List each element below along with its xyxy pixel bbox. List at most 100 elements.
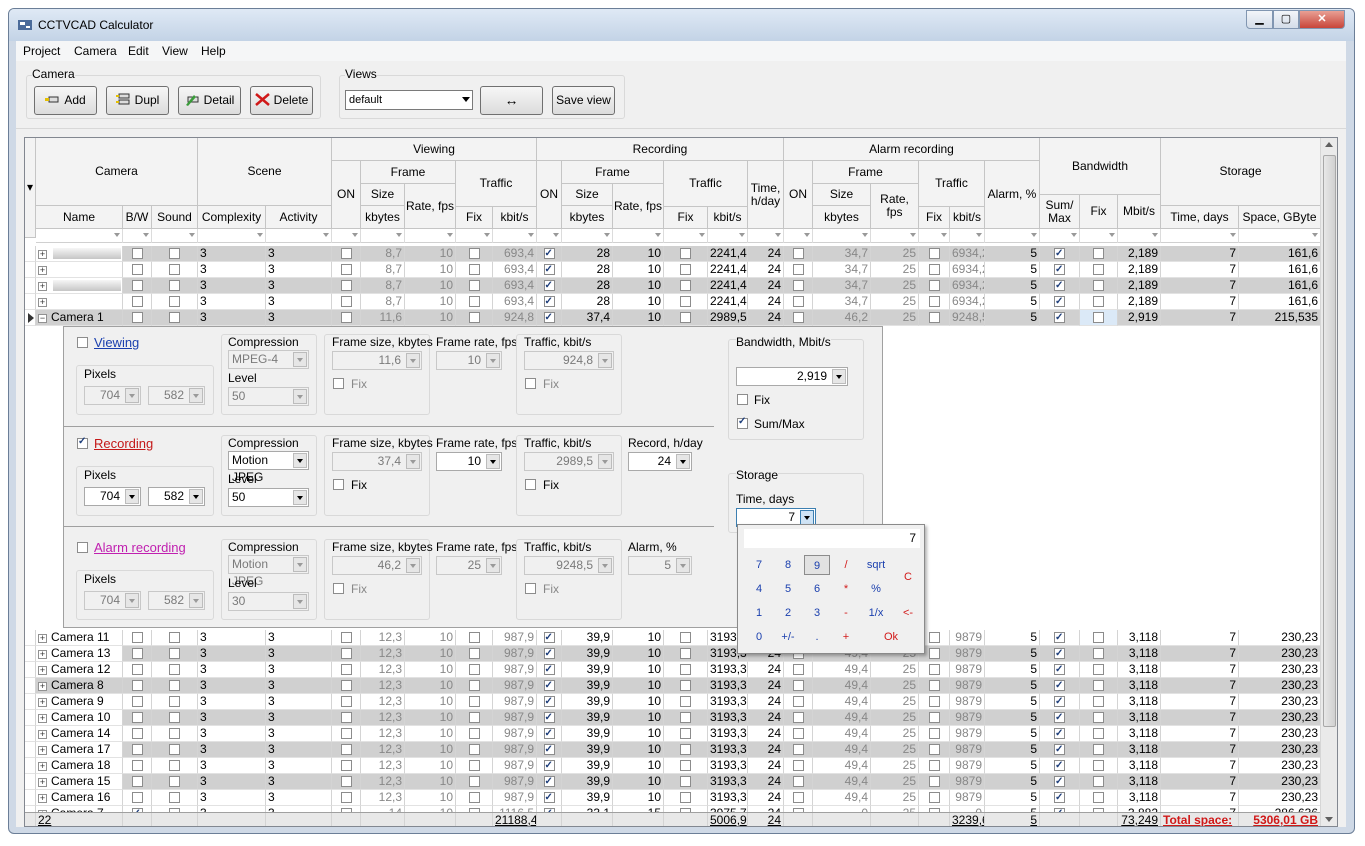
cell-sound[interactable]	[152, 758, 198, 774]
von-checkbox[interactable]	[340, 648, 352, 659]
cell-bfix[interactable]	[1080, 790, 1118, 806]
cell-vfix[interactable]	[456, 262, 493, 278]
cell-ron[interactable]	[537, 726, 562, 742]
header-sort-menu[interactable]: ▾	[25, 138, 36, 238]
header-viewing-size[interactable]: Size	[361, 184, 405, 206]
cell-bfix[interactable]	[1080, 278, 1118, 294]
header-camera[interactable]: Camera	[36, 138, 198, 206]
rfix-checkbox[interactable]	[680, 280, 691, 291]
cell-sound[interactable]	[152, 246, 198, 262]
recording-title[interactable]: Recording	[94, 436, 153, 451]
table-row[interactable]: +Camera 83312,310987,939,9103193,32449,4…	[25, 678, 1321, 694]
afix-checkbox[interactable]	[928, 312, 940, 323]
cell-sum[interactable]	[1040, 790, 1080, 806]
bfix-checkbox[interactable]	[1093, 264, 1104, 275]
header-sound[interactable]: Sound	[152, 206, 198, 229]
cell-name[interactable]: + Camera 9	[36, 694, 123, 710]
cell-von[interactable]	[332, 262, 361, 278]
table-row[interactable]: +338,710693,428102241,42434,7256934,252,…	[25, 294, 1321, 310]
cell-bwck[interactable]	[123, 678, 152, 694]
cell-sum[interactable]	[1040, 710, 1080, 726]
bwck-checkbox[interactable]	[131, 744, 143, 755]
cell-von[interactable]	[332, 246, 361, 262]
expand-icon[interactable]: +	[38, 778, 47, 787]
alarm-fix-checkbox[interactable]	[333, 583, 344, 594]
cell-vfix[interactable]	[456, 662, 493, 678]
aon-checkbox[interactable]	[792, 296, 804, 307]
cell-name[interactable]: + Camera 16	[36, 790, 123, 806]
menu-edit[interactable]: Edit	[128, 44, 149, 58]
table-row[interactable]: +Camera 93312,310987,939,9103193,32449,4…	[25, 694, 1321, 710]
recording-compression-combo[interactable]: Motion JPEG	[228, 451, 309, 484]
menu-view[interactable]: View	[162, 44, 188, 58]
header-recording-traffic[interactable]: Traffic	[664, 161, 748, 207]
ron-checkbox[interactable]	[543, 278, 555, 293]
expand-icon[interactable]: +	[38, 634, 47, 643]
von-checkbox[interactable]	[340, 280, 352, 291]
expand-icon[interactable]: +	[38, 794, 47, 803]
aon-checkbox[interactable]	[792, 696, 804, 707]
cell-rfix[interactable]	[664, 294, 708, 310]
cell-vfix[interactable]	[456, 758, 493, 774]
alarm-percent-combo[interactable]: 5	[628, 556, 692, 575]
filter-vsize[interactable]	[361, 229, 405, 243]
cell-bwck[interactable]	[123, 646, 152, 662]
menu-project[interactable]: Project	[23, 44, 60, 58]
cell-von[interactable]	[332, 294, 361, 310]
cell-rfix[interactable]	[664, 310, 708, 326]
header-viewing-rate[interactable]: Rate, fps	[405, 184, 456, 229]
fit-columns-button[interactable]: ↔	[480, 86, 543, 115]
cell-name[interactable]: + Camera 10	[36, 710, 123, 726]
afix-checkbox[interactable]	[928, 776, 940, 787]
cell-bfix[interactable]	[1080, 726, 1118, 742]
delete-button[interactable]: Delete	[250, 86, 313, 115]
cell-rfix[interactable]	[664, 742, 708, 758]
filter-asize[interactable]	[813, 229, 871, 243]
bwck-checkbox[interactable]	[131, 280, 143, 291]
cell-bfix[interactable]	[1080, 694, 1118, 710]
expand-icon[interactable]: +	[38, 762, 47, 771]
sum-checkbox[interactable]	[1054, 742, 1065, 757]
bfix-checkbox[interactable]	[1093, 296, 1104, 307]
header-bandwidth-mbits[interactable]: Mbit/s	[1118, 195, 1161, 229]
recording-width-combo[interactable]: 704	[84, 487, 141, 506]
afix-checkbox[interactable]	[928, 792, 940, 803]
vfix-checkbox[interactable]	[468, 280, 480, 291]
cell-rfix[interactable]	[664, 630, 708, 646]
bwck-checkbox[interactable]	[131, 760, 143, 771]
cell-afix[interactable]	[919, 678, 950, 694]
sum-checkbox[interactable]	[1054, 758, 1065, 773]
bwck-checkbox[interactable]	[131, 632, 143, 643]
cell-name[interactable]: + Camera 14	[36, 726, 123, 742]
cell-aon[interactable]	[784, 662, 813, 678]
cell-sound[interactable]	[152, 278, 198, 294]
alarm-level-combo[interactable]: 30	[228, 592, 309, 611]
cell-sound[interactable]	[152, 662, 198, 678]
cell-rfix[interactable]	[664, 726, 708, 742]
cell-sum[interactable]	[1040, 774, 1080, 790]
cell-rfix[interactable]	[664, 278, 708, 294]
vfix-checkbox[interactable]	[468, 696, 480, 707]
cell-sound[interactable]	[152, 774, 198, 790]
summax-checkbox[interactable]	[737, 416, 748, 429]
header-alarm-percent[interactable]: Alarm, %	[985, 161, 1040, 229]
vertical-scrollbar[interactable]	[1320, 138, 1337, 826]
cell-bwck[interactable]	[123, 294, 152, 310]
table-row[interactable]: +Camera 183312,310987,939,9103193,32449,…	[25, 758, 1321, 774]
viewing-framerate-combo[interactable]: 10	[436, 351, 502, 370]
calc-key[interactable]: 8	[775, 555, 801, 575]
add-button[interactable]: Add	[34, 86, 97, 115]
cell-name[interactable]: + Camera 12	[36, 662, 123, 678]
aon-checkbox[interactable]	[792, 744, 804, 755]
recording-traffic-fix-checkbox[interactable]	[525, 479, 536, 490]
cell-sum[interactable]	[1040, 278, 1080, 294]
cell-ron[interactable]	[537, 710, 562, 726]
cell-name[interactable]: + Camera 17	[36, 742, 123, 758]
alarm-width-combo[interactable]: 704	[84, 591, 141, 610]
vfix-checkbox[interactable]	[468, 760, 480, 771]
cell-sound[interactable]	[152, 310, 198, 326]
collapse-icon[interactable]: −	[38, 314, 47, 323]
filter-rrate[interactable]	[613, 229, 664, 243]
header-alarm-kbits[interactable]: kbit/s	[950, 207, 985, 229]
cell-name[interactable]: + Camera 15	[36, 774, 123, 790]
